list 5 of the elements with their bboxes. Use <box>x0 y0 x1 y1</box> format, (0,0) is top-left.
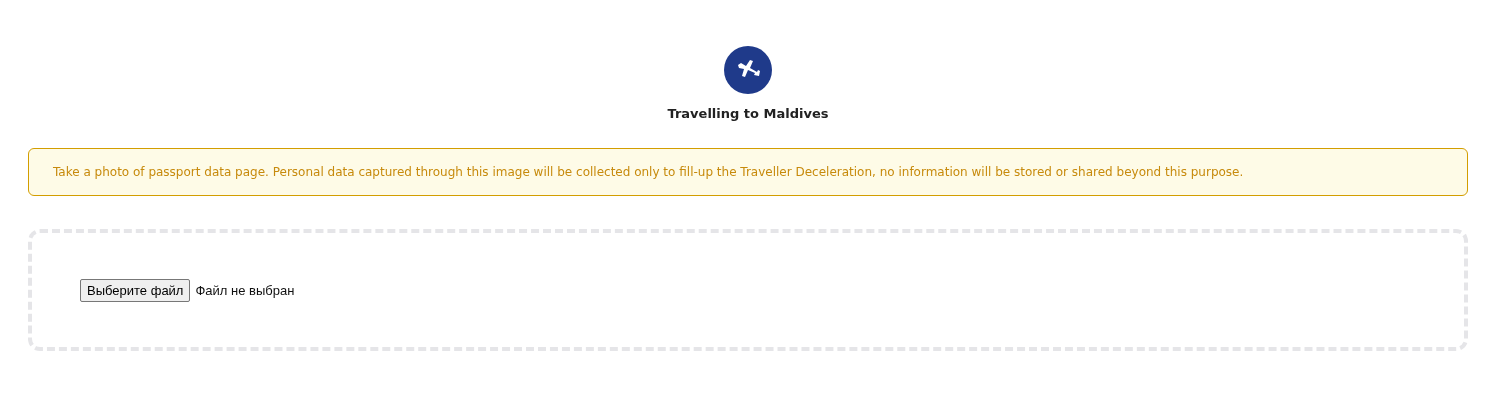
notice-banner: Take a photo of passport data page. Personal data captured through this image will be collected only to fill-up the Traveller Deceleration, no information will be stored or shared beyond this purpose. <box>28 148 1468 196</box>
file-status: Файл не выбран <box>195 282 295 298</box>
choose-file-button[interactable]: Выберите файл <box>80 278 191 302</box>
page-title: Travelling to Maldives <box>667 106 829 121</box>
airplane-icon <box>724 46 772 94</box>
